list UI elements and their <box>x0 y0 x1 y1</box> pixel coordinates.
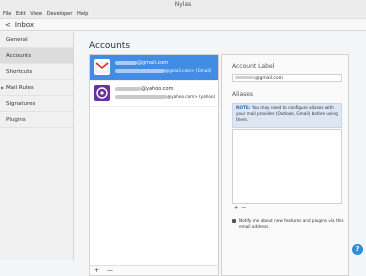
aliases-footer: + — <box>232 205 342 212</box>
menu-bar: File Edit View Developer Help <box>0 10 366 19</box>
remove-alias-button[interactable]: — <box>241 205 246 211</box>
remove-account-button[interactable]: — <box>107 267 113 274</box>
help-button[interactable]: ? <box>352 244 363 255</box>
account-detail: @gmail.com> (Gmail) <box>115 68 211 73</box>
sidebar-item-label: Signatures <box>6 101 35 107</box>
gmail-logo-icon <box>94 59 110 75</box>
account-list-footer: + — <box>90 265 218 275</box>
window-title: Nylas <box>0 0 366 10</box>
add-alias-button[interactable]: + <box>234 205 238 211</box>
account-email: @yahoo.com <box>115 86 174 92</box>
page-title: Accounts <box>89 41 130 51</box>
menu-help[interactable]: Help <box>77 11 88 17</box>
sidebar-item-shortcuts[interactable]: Shortcuts <box>0 64 73 80</box>
sidebar-item-label: Mail Rules <box>6 85 34 91</box>
preferences-sidebar: General Accounts Shortcuts ▶Mail Rules S… <box>0 32 74 260</box>
title-bar: Nylas <box>0 0 366 10</box>
sidebar-item-general[interactable]: General <box>0 32 73 48</box>
sidebar-item-signatures[interactable]: Signatures <box>0 96 73 112</box>
account-item-gmail[interactable]: @gmail.com @gmail.com> (Gmail) <box>90 55 218 81</box>
yahoo-logo-icon <box>94 85 110 101</box>
account-label-input[interactable]: @gmail.com <box>232 74 342 82</box>
account-item-yahoo[interactable]: @yahoo.com @yahoo.com> (yahoo) <box>90 81 218 107</box>
account-email: @gmail.com <box>115 60 168 66</box>
notify-checkbox[interactable] <box>232 219 236 223</box>
add-account-button[interactable]: + <box>94 267 99 274</box>
note-text: You may need to configure aliases with y… <box>236 105 338 122</box>
note-prefix: NOTE: <box>236 105 250 110</box>
account-detail: @yahoo.com> (yahoo) <box>115 94 215 99</box>
sidebar-item-mail-rules[interactable]: ▶Mail Rules <box>0 80 73 96</box>
sidebar-item-label: Plugins <box>6 117 26 123</box>
sidebar-item-accounts[interactable]: Accounts <box>0 48 73 64</box>
account-list: @gmail.com @gmail.com> (Gmail) @yahoo.co… <box>89 54 219 276</box>
aliases-note: NOTE: You may need to configure aliases … <box>232 103 342 128</box>
menu-developer[interactable]: Developer <box>47 11 73 17</box>
back-to-inbox[interactable]: < Inbox <box>0 19 366 31</box>
menu-edit[interactable]: Edit <box>16 11 26 17</box>
menu-file[interactable]: File <box>3 11 11 17</box>
notify-option[interactable]: Notify me about new features and plugins… <box>232 218 347 230</box>
account-label-heading: Account Label <box>232 63 274 70</box>
aliases-list[interactable] <box>232 129 342 204</box>
main-panel: Accounts @gmail.com @gmail.com> (Gmail) … <box>74 32 366 260</box>
back-label: Inbox <box>15 21 34 29</box>
sidebar-item-label: Accounts <box>6 53 31 59</box>
expand-triangle-icon[interactable]: ▶ <box>1 80 4 96</box>
sidebar-item-label: Shortcuts <box>6 69 32 75</box>
chevron-left-icon: < <box>5 21 11 29</box>
aliases-heading: Aliases <box>232 91 253 98</box>
notify-text: Notify me about new features and plugins… <box>239 218 344 229</box>
sidebar-item-label: General <box>6 37 28 43</box>
account-detail-panel: Account Label @gmail.com Aliases NOTE: Y… <box>221 54 349 276</box>
sidebar-item-plugins[interactable]: Plugins <box>0 112 73 128</box>
menu-view[interactable]: View <box>30 11 42 17</box>
